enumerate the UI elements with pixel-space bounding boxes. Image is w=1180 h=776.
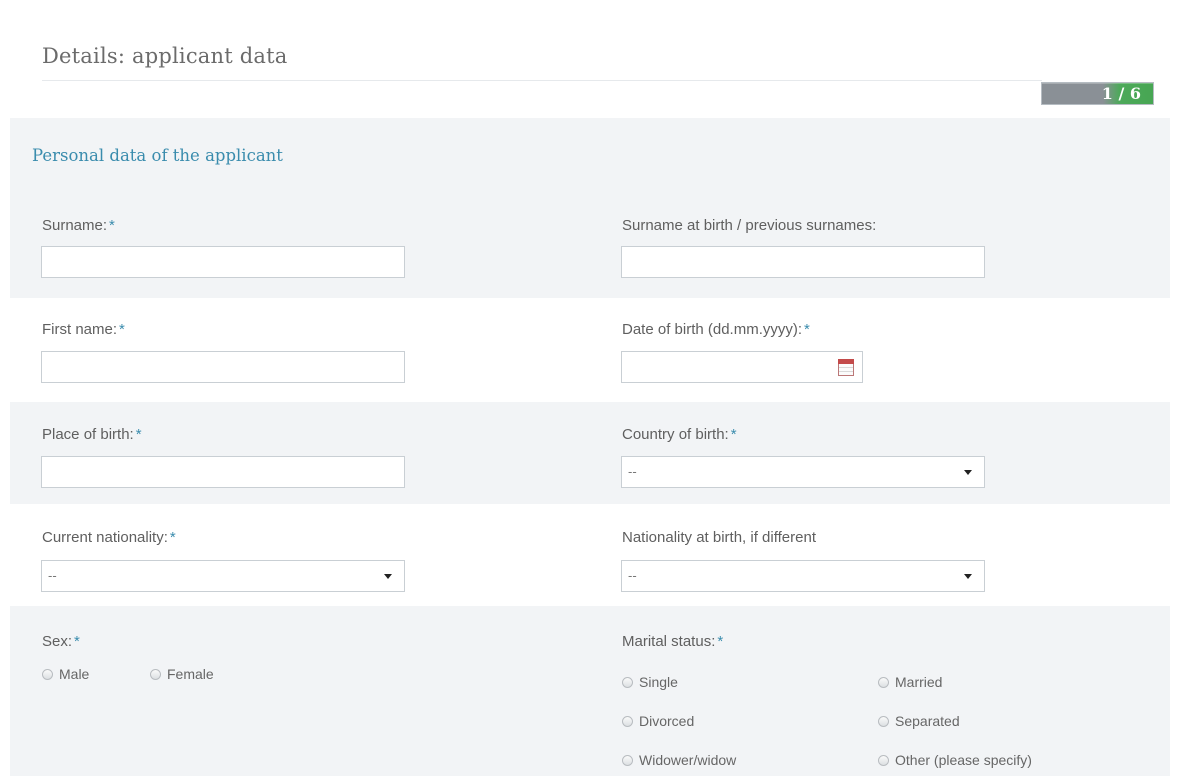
chevron-down-icon <box>384 574 392 579</box>
nationality-at-birth-label: Nationality at birth, if different <box>622 529 816 546</box>
page-title: Details: applicant data <box>42 44 288 68</box>
current-nationality-select[interactable]: -- <box>41 560 405 592</box>
country-of-birth-label: Country of birth: * <box>622 426 737 443</box>
marital-radio-other[interactable]: Other (please specify) <box>878 752 1032 768</box>
section-band-place <box>10 402 1170 504</box>
previous-surnames-label: Surname at birth / previous surnames: <box>622 217 877 234</box>
surname-input[interactable] <box>41 246 405 278</box>
marital-radio-single[interactable]: Single <box>622 674 678 690</box>
radio-icon <box>42 668 53 680</box>
chevron-down-icon <box>964 470 972 475</box>
marital-radio-separated[interactable]: Separated <box>878 713 960 729</box>
step-progress-indicator: 1 / 6 <box>1041 82 1154 105</box>
marital-radio-married[interactable]: Married <box>878 674 942 690</box>
radio-icon <box>878 715 889 727</box>
calendar-icon[interactable] <box>838 359 854 376</box>
first-name-label: First name: * <box>42 321 125 338</box>
radio-icon <box>622 754 633 766</box>
current-nationality-label: Current nationality: * <box>42 529 176 546</box>
chevron-down-icon <box>964 574 972 579</box>
surname-label: Surname: * <box>42 217 115 234</box>
radio-icon <box>878 676 889 688</box>
nationality-at-birth-select[interactable]: -- <box>621 560 985 592</box>
sex-radio-male[interactable]: Male <box>42 666 89 682</box>
first-name-input[interactable] <box>41 351 405 383</box>
radio-icon <box>622 676 633 688</box>
marital-radio-widow[interactable]: Widower/widow <box>622 752 736 768</box>
marital-radio-divorced[interactable]: Divorced <box>622 713 694 729</box>
radio-icon <box>150 668 161 680</box>
place-of-birth-input[interactable] <box>41 456 405 488</box>
radio-icon <box>878 754 889 766</box>
place-of-birth-label: Place of birth: * <box>42 426 142 443</box>
title-divider <box>42 80 1042 81</box>
sex-radio-female[interactable]: Female <box>150 666 214 682</box>
section-band-status <box>10 606 1170 776</box>
sex-label: Sex: * <box>42 633 80 650</box>
previous-surnames-input[interactable] <box>621 246 985 278</box>
section-title: Personal data of the applicant <box>32 146 283 165</box>
radio-icon <box>622 715 633 727</box>
date-of-birth-label: Date of birth (dd.mm.yyyy): * <box>622 321 810 338</box>
marital-status-label: Marital status: * <box>622 633 724 650</box>
page-header: Details: applicant data 1 / 6 <box>10 0 1170 118</box>
date-of-birth-input[interactable] <box>621 351 863 383</box>
country-of-birth-select[interactable]: -- <box>621 456 985 488</box>
